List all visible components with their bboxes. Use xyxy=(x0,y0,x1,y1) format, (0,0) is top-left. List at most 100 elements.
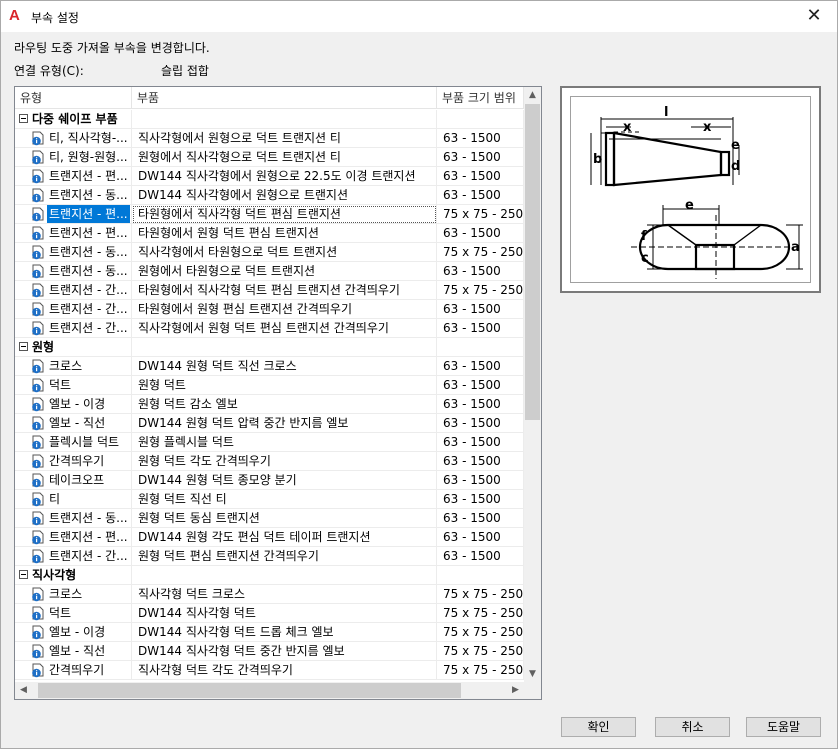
table-row[interactable]: 엘보 - 직선 DW144 원형 덕트 압력 중간 반지름 엘보 63 - 1500 xyxy=(15,414,524,433)
part-cell[interactable]: 원형에서 직사각형으로 덕트 트랜지션 티 xyxy=(132,148,437,167)
type-cell[interactable]: 트랜지션 - 동... xyxy=(15,509,132,528)
part-cell[interactable]: DW144 직사각형에서 원형으로 트랜지션 xyxy=(132,186,437,205)
type-cell[interactable]: 트랜지션 - 간... xyxy=(15,319,132,338)
table-row[interactable]: 간격띄우기 직사각형 덕트 각도 간격띄우기 75 x 75 - 2500 xyxy=(15,661,524,680)
scroll-up-icon[interactable]: ▲ xyxy=(524,87,541,104)
collapse-toggle-icon[interactable] xyxy=(19,570,28,579)
table-row[interactable]: 트랜지션 - 편... 타원형에서 원형 덕트 편심 트랜지션 63 - 1500 xyxy=(15,224,524,243)
table-row[interactable]: 엘보 - 이경 DW144 직사각형 덕트 드롭 체크 엘보 75 x 75 - 2… xyxy=(15,623,524,642)
table-row[interactable]: 엘보 - 직선 DW144 직사각형 덕트 중간 반지름 엘보 75 x 75 - … xyxy=(15,642,524,661)
table-row[interactable]: 테이크오프 DW144 원형 덕트 종모양 분기 63 - 1500 xyxy=(15,471,524,490)
table-row[interactable]: 트랜지션 - 간... 직사각형에서 원형 덕트 편심 트랜지션 간격띄우기 63 … xyxy=(15,319,524,338)
type-cell[interactable]: 덕트 xyxy=(15,376,132,395)
type-cell[interactable]: 간격띄우기 xyxy=(15,661,132,680)
type-cell[interactable]: 트랜지션 - 간... xyxy=(15,300,132,319)
part-cell[interactable]: 타원형에서 직사각형 덕트 편심 트랜지션 xyxy=(132,205,437,224)
part-cell[interactable]: 원형 덕트 편심 트랜지션 간격띄우기 xyxy=(132,547,437,566)
table-row[interactable]: 트랜지션 - 간... 타원형에서 원형 편심 트랜지션 간격띄우기 63 - 15… xyxy=(15,300,524,319)
part-cell[interactable]: 원형 덕트 각도 간격띄우기 xyxy=(132,452,437,471)
part-cell[interactable]: DW144 직사각형 덕트 중간 반지름 엘보 xyxy=(132,642,437,661)
cancel-button[interactable]: 취소 xyxy=(655,717,730,737)
type-cell[interactable]: 엘보 - 직선 xyxy=(15,414,132,433)
type-cell[interactable]: 티 xyxy=(15,490,132,509)
table-row[interactable]: 트랜지션 - 동... 직사각형에서 타원형으로 덕트 트랜지션 75 x 75 -… xyxy=(15,243,524,262)
table-row[interactable]: 트랜지션 - 동... DW144 직사각형에서 원형으로 트랜지션 63 - 15… xyxy=(15,186,524,205)
column-header-type[interactable]: 유형 xyxy=(15,87,132,109)
part-cell[interactable]: DW144 원형 덕트 압력 중간 반지름 엘보 xyxy=(132,414,437,433)
vertical-scroll-thumb[interactable] xyxy=(525,104,540,420)
part-cell[interactable]: 타원형에서 원형 편심 트랜지션 간격띄우기 xyxy=(132,300,437,319)
type-cell[interactable]: 크로스 xyxy=(15,585,132,604)
type-cell[interactable]: 트랜지션 - 간... xyxy=(15,281,132,300)
part-cell[interactable]: 원형 덕트 감소 엘보 xyxy=(132,395,437,414)
type-cell[interactable]: 덕트 xyxy=(15,604,132,623)
table-row[interactable]: 플렉시블 덕트 원형 플렉시블 덕트 63 - 1500 xyxy=(15,433,524,452)
part-cell[interactable]: 원형 덕트 직선 티 xyxy=(132,490,437,509)
table-row[interactable]: 덕트 DW144 직사각형 덕트 75 x 75 - 2500 xyxy=(15,604,524,623)
type-cell[interactable]: 엘보 - 이경 xyxy=(15,623,132,642)
type-cell[interactable]: 티, 원형-원형... xyxy=(15,148,132,167)
type-cell[interactable]: 티, 직사각형-... xyxy=(15,129,132,148)
part-cell[interactable]: DW144 직사각형에서 원형으로 22.5도 이경 트랜지션 xyxy=(132,167,437,186)
column-header-size-range[interactable]: 부품 크기 범위 xyxy=(437,87,524,109)
part-cell[interactable]: 원형 덕트 xyxy=(132,376,437,395)
table-row[interactable]: 트랜지션 - 동... 원형에서 타원형으로 덕트 트랜지션 63 - 1500 xyxy=(15,262,524,281)
part-cell[interactable]: 직사각형에서 타원형으로 덕트 트랜지션 xyxy=(132,243,437,262)
scroll-left-icon[interactable]: ◀ xyxy=(15,682,32,699)
part-cell[interactable]: 타원형에서 원형 덕트 편심 트랜지션 xyxy=(132,224,437,243)
type-cell[interactable]: 플렉시블 덕트 xyxy=(15,433,132,452)
table-row[interactable]: 크로스 직사각형 덕트 크로스 75 x 75 - 2500 xyxy=(15,585,524,604)
table-row[interactable]: 덕트 원형 덕트 63 - 1500 xyxy=(15,376,524,395)
type-cell[interactable]: 간격띄우기 xyxy=(15,452,132,471)
part-cell[interactable]: 직사각형 덕트 각도 간격띄우기 xyxy=(132,661,437,680)
part-cell[interactable]: DW144 원형 덕트 직선 크로스 xyxy=(132,357,437,376)
close-button[interactable]: ✕ xyxy=(791,1,837,32)
part-cell[interactable]: 직사각형에서 원형 덕트 편심 트랜지션 간격띄우기 xyxy=(132,319,437,338)
type-cell[interactable]: 트랜지션 - 동... xyxy=(15,186,132,205)
part-cell[interactable]: DW144 원형 덕트 종모양 분기 xyxy=(132,471,437,490)
table-row[interactable]: 트랜지션 - 간... 원형 덕트 편심 트랜지션 간격띄우기 63 - 1500 xyxy=(15,547,524,566)
type-cell[interactable]: 트랜지션 - 동... xyxy=(15,262,132,281)
type-cell[interactable]: 테이크오프 xyxy=(15,471,132,490)
table-row[interactable]: 트랜지션 - 동... 원형 덕트 동심 트랜지션 63 - 1500 xyxy=(15,509,524,528)
table-row[interactable]: 엘보 - 이경 원형 덕트 감소 엘보 63 - 1500 xyxy=(15,395,524,414)
part-cell[interactable]: DW144 직사각형 덕트 드롭 체크 엘보 xyxy=(132,623,437,642)
table-row[interactable]: 트랜지션 - 편... 타원형에서 직사각형 덕트 편심 트랜지션 75 x 75 … xyxy=(15,205,524,224)
table-row[interactable]: 간격띄우기 원형 덕트 각도 간격띄우기 63 - 1500 xyxy=(15,452,524,471)
type-cell[interactable]: 트랜지션 - 편... xyxy=(15,167,132,186)
scroll-right-icon[interactable]: ▶ xyxy=(507,682,524,699)
table-row[interactable]: 티, 직사각형-... 직사각형에서 원형으로 덕트 트랜지션 티 63 - 150… xyxy=(15,129,524,148)
part-cell[interactable]: DW144 원형 각도 편심 덕트 테이퍼 트랜지션 xyxy=(132,528,437,547)
horizontal-scrollbar[interactable]: ◀ ▶ xyxy=(15,682,524,699)
collapse-toggle-icon[interactable] xyxy=(19,114,28,123)
collapse-toggle-icon[interactable] xyxy=(19,342,28,351)
type-cell[interactable]: 크로스 xyxy=(15,357,132,376)
table-row[interactable]: 티, 원형-원형... 원형에서 직사각형으로 덕트 트랜지션 티 63 - 150… xyxy=(15,148,524,167)
group-row[interactable]: 원형 xyxy=(15,338,524,357)
table-row[interactable]: 트랜지션 - 편... DW144 원형 각도 편심 덕트 테이퍼 트랜지션 63 … xyxy=(15,528,524,547)
type-cell[interactable]: 트랜지션 - 간... xyxy=(15,547,132,566)
table-row[interactable]: 크로스 DW144 원형 덕트 직선 크로스 63 - 1500 xyxy=(15,357,524,376)
type-cell[interactable]: 트랜지션 - 편... xyxy=(15,205,132,224)
part-cell[interactable]: 원형에서 타원형으로 덕트 트랜지션 xyxy=(132,262,437,281)
group-row[interactable]: 직사각형 xyxy=(15,566,524,585)
type-cell[interactable]: 엘보 - 이경 xyxy=(15,395,132,414)
part-cell[interactable]: 직사각형 덕트 크로스 xyxy=(132,585,437,604)
column-header-part[interactable]: 부품 xyxy=(132,87,437,109)
part-cell[interactable]: 직사각형에서 원형으로 덕트 트랜지션 티 xyxy=(132,129,437,148)
type-cell[interactable]: 엘보 - 직선 xyxy=(15,642,132,661)
help-button[interactable]: 도움말 xyxy=(746,717,821,737)
horizontal-scroll-thumb[interactable] xyxy=(38,683,461,698)
part-cell[interactable]: DW144 직사각형 덕트 xyxy=(132,604,437,623)
scroll-down-icon[interactable]: ▼ xyxy=(524,666,541,683)
group-row[interactable]: 다중 쉐이프 부품 xyxy=(15,110,524,129)
table-row[interactable]: 트랜지션 - 편... DW144 직사각형에서 원형으로 22.5도 이경 트랜… xyxy=(15,167,524,186)
part-cell[interactable]: 원형 플렉시블 덕트 xyxy=(132,433,437,452)
ok-button[interactable]: 확인 xyxy=(561,717,636,737)
type-cell[interactable]: 트랜지션 - 편... xyxy=(15,224,132,243)
part-cell[interactable]: 타원형에서 직사각형 덕트 편심 트랜지션 간격띄우기 xyxy=(132,281,437,300)
type-cell[interactable]: 트랜지션 - 편... xyxy=(15,528,132,547)
vertical-scrollbar[interactable]: ▲ ▼ xyxy=(524,87,541,683)
part-cell[interactable]: 원형 덕트 동심 트랜지션 xyxy=(132,509,437,528)
table-row[interactable]: 트랜지션 - 간... 타원형에서 직사각형 덕트 편심 트랜지션 간격띄우기 75… xyxy=(15,281,524,300)
